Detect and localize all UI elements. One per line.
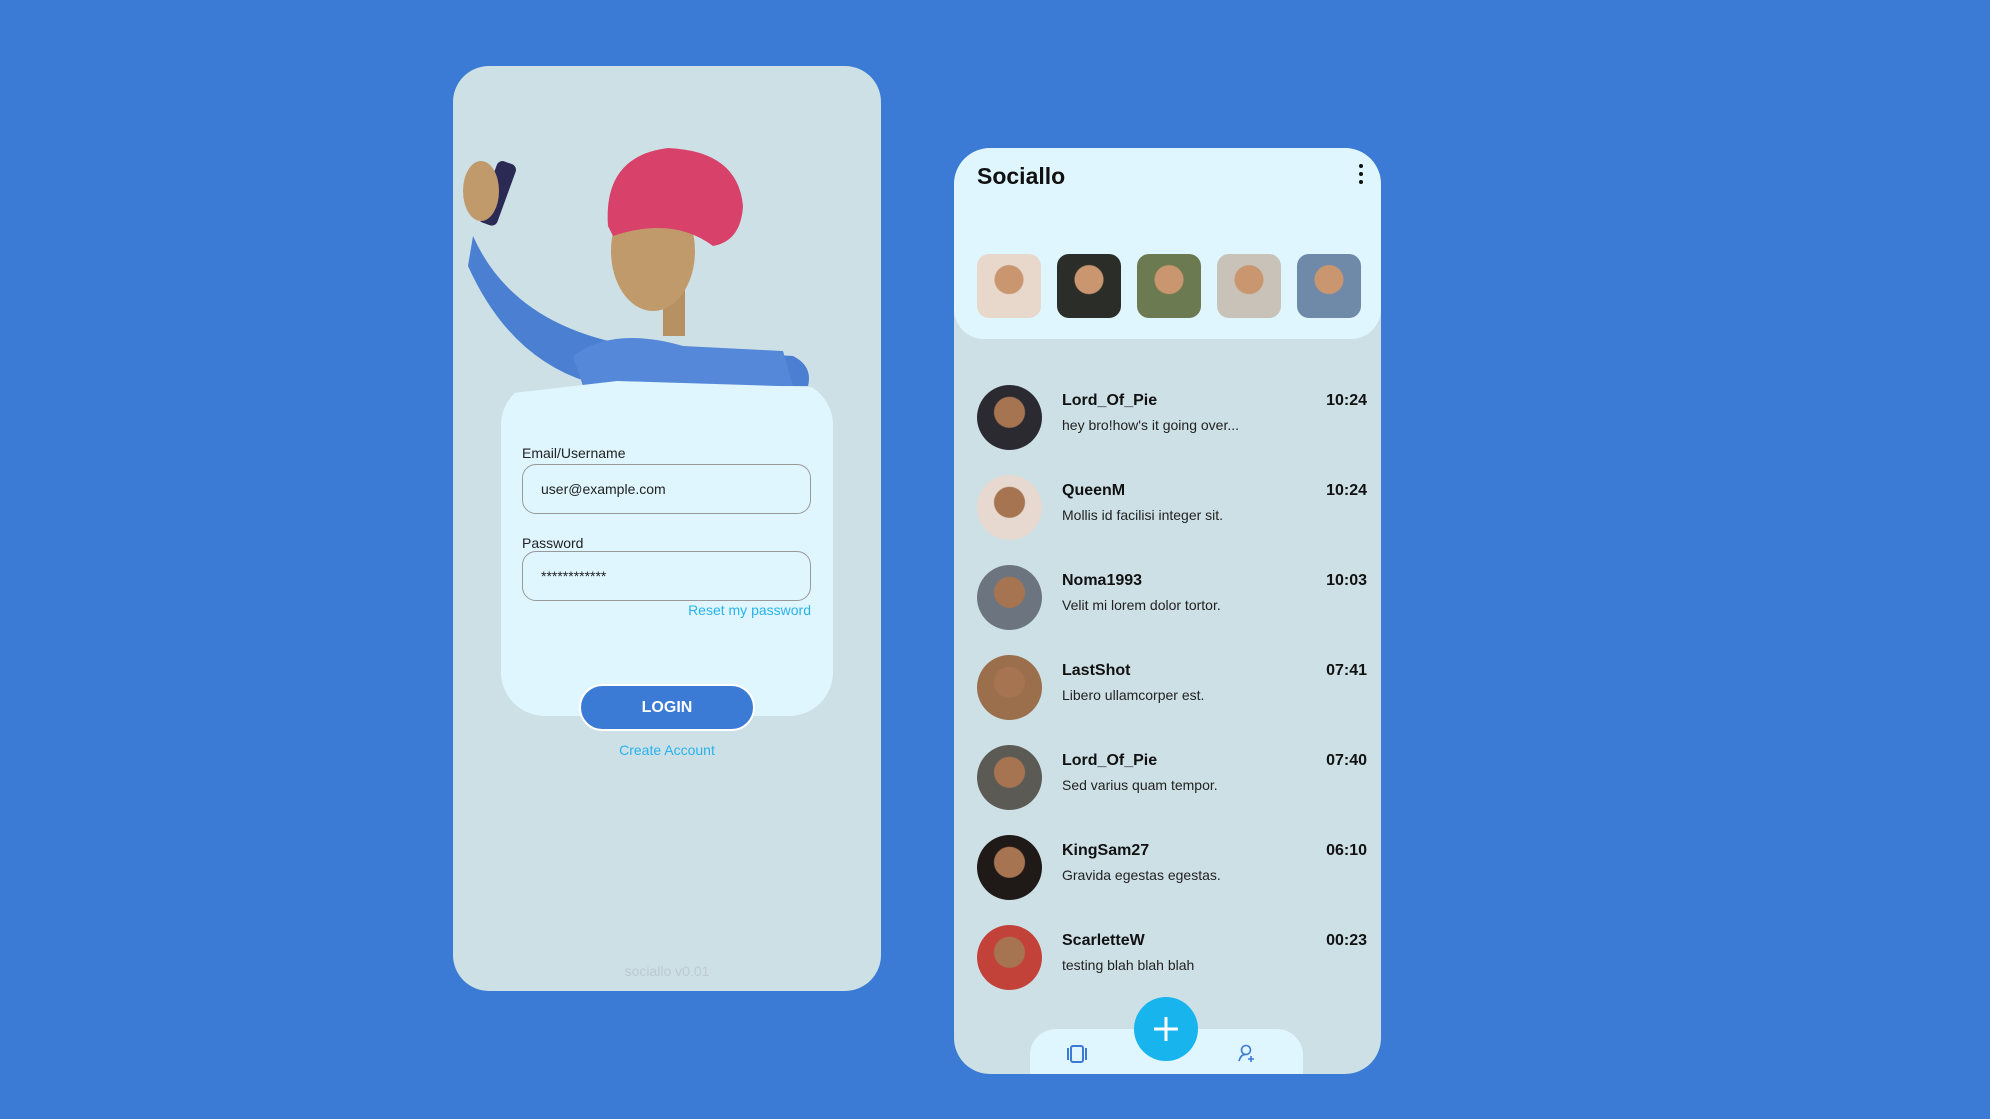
avatar bbox=[977, 475, 1042, 540]
login-button[interactable]: LOGIN bbox=[579, 684, 755, 731]
chat-time: 10:24 bbox=[1326, 392, 1367, 409]
chat-time: 07:40 bbox=[1326, 752, 1367, 769]
chat-preview: Gravida egestas egestas. bbox=[1062, 867, 1221, 883]
header: Sociallo bbox=[954, 148, 1381, 339]
avatar bbox=[977, 565, 1042, 630]
avatar bbox=[977, 655, 1042, 720]
chat-name: LastShot bbox=[1062, 662, 1131, 679]
chat-list-item[interactable]: Noma1993 Velit mi lorem dolor tortor. 10:0… bbox=[977, 565, 1367, 631]
chat-list-item[interactable]: Lord_Of_Piehey bro!how's it going over..… bbox=[977, 385, 1367, 451]
chat-preview: Sed varius quam tempor. bbox=[1062, 777, 1218, 793]
chat-list-item[interactable]: Lord_Of_Pie Sed varius quam tempor. 07:40 bbox=[977, 745, 1367, 811]
chat-name: KingSam27 bbox=[1062, 842, 1150, 859]
selfie-illustration bbox=[463, 148, 809, 386]
chat-name: QueenM bbox=[1062, 482, 1126, 499]
chat-preview: Velit mi lorem dolor tortor. bbox=[1062, 597, 1221, 613]
story-thumbnail[interactable] bbox=[1137, 254, 1201, 318]
chat-list-item[interactable]: KingSam27 Gravida egestas egestas. 06:10 bbox=[977, 835, 1367, 901]
avatar bbox=[977, 745, 1042, 810]
chat-time: 00:23 bbox=[1326, 932, 1367, 949]
chat-list-item[interactable]: QueenM Mollis id facilisi integer sit. 10:… bbox=[977, 475, 1367, 541]
chat-time: 10:03 bbox=[1326, 572, 1367, 589]
chat-list-item[interactable]: ScarletteW testing blah blah blah 00:23 bbox=[977, 925, 1367, 991]
password-label: Password bbox=[522, 535, 584, 551]
chat-time: 06:10 bbox=[1326, 842, 1367, 859]
chat-preview: testing blah blah blah bbox=[1062, 957, 1195, 973]
chat-name: ScarletteW bbox=[1062, 932, 1145, 949]
password-input[interactable]: ************ bbox=[522, 551, 811, 601]
chat-time: 07:41 bbox=[1326, 662, 1367, 679]
app-title: Sociallo bbox=[977, 163, 1066, 189]
email-input[interactable]: user@example.com bbox=[522, 464, 811, 514]
avatar bbox=[977, 925, 1042, 990]
version-label: sociallo v0.01 bbox=[624, 963, 710, 979]
chat-name: Lord_Of_Pie bbox=[1062, 392, 1158, 409]
story-thumbnail[interactable] bbox=[1057, 254, 1121, 318]
plus-icon bbox=[1154, 1017, 1178, 1041]
new-message-button[interactable] bbox=[1134, 997, 1198, 1061]
feed-icon[interactable] bbox=[1067, 1045, 1087, 1063]
chat-preview: Libero ullamcorper est. bbox=[1062, 687, 1205, 703]
email-label: Email/Username bbox=[522, 445, 626, 461]
story-thumbnail[interactable] bbox=[1297, 254, 1361, 318]
story-thumbnail[interactable] bbox=[1217, 254, 1281, 318]
avatar bbox=[977, 835, 1042, 900]
chat-preview: Mollis id facilisi integer sit. bbox=[1062, 507, 1224, 523]
reset-password-link[interactable]: Reset my password bbox=[688, 602, 811, 618]
chat-name: Noma1993 bbox=[1062, 572, 1143, 589]
chat-preview: hey bro!how's it going over... bbox=[1062, 417, 1239, 433]
more-menu-icon[interactable] bbox=[1357, 164, 1365, 184]
create-account-link[interactable]: Create Account bbox=[453, 742, 881, 758]
chat-list-screen: Sociallo Lord_Of_Piehey bro!how's it goi… bbox=[954, 148, 1381, 1074]
chat-time: 10:24 bbox=[1326, 482, 1367, 499]
avatar bbox=[977, 385, 1042, 450]
login-screen: Email/Username user@example.com Password… bbox=[453, 66, 881, 991]
chat-list-item[interactable]: LastShot Libero ullamcorper est. 07:41 bbox=[977, 655, 1367, 721]
chat-name: Lord_Of_Pie bbox=[1062, 752, 1158, 769]
story-thumbnail[interactable] bbox=[977, 254, 1041, 318]
add-friend-icon[interactable] bbox=[1237, 1043, 1257, 1063]
